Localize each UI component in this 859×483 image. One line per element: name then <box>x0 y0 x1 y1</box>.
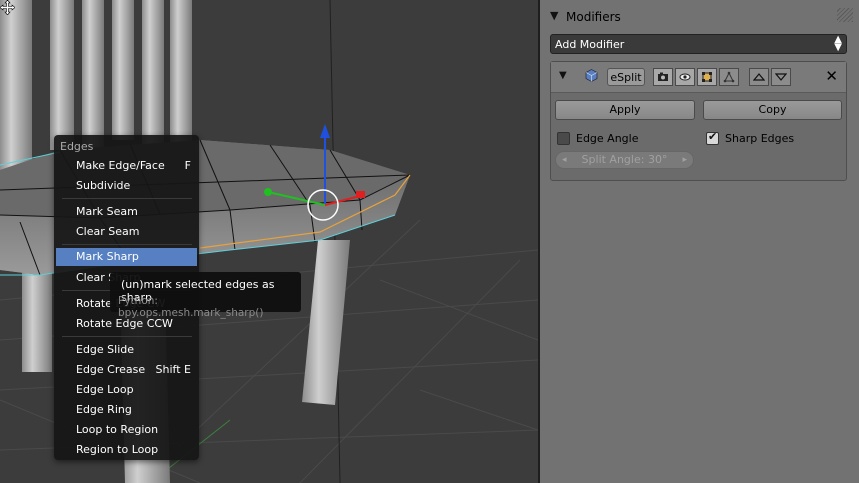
move-cursor-icon <box>0 0 15 15</box>
modifier-name-field[interactable]: eSplit <box>607 68 645 86</box>
menu-item-subdivide[interactable]: Subdivide <box>56 177 197 195</box>
realtime-toggle-button[interactable] <box>675 68 695 86</box>
add-modifier-dropdown[interactable]: Add Modifier ▲ ▼ <box>550 34 847 54</box>
menu-item-make-edge-face[interactable]: Make Edge/Face F <box>56 157 197 175</box>
sharp-edges-checkbox[interactable] <box>706 130 719 145</box>
menu-item-edge-slide[interactable]: Edge Slide <box>56 341 197 359</box>
menu-item-mark-seam[interactable]: Mark Seam <box>56 203 197 221</box>
move-up-button[interactable] <box>749 68 769 86</box>
split-angle-field[interactable]: ◂ Split Angle: 30° ▸ <box>555 151 694 169</box>
menu-item-loop-to-region[interactable]: Loop to Region <box>56 421 197 439</box>
expand-triangle-icon[interactable]: ▼ <box>559 70 567 81</box>
eye-icon <box>679 73 691 81</box>
cage-toggle-button[interactable] <box>719 68 739 86</box>
menu-separator <box>62 198 192 199</box>
tooltip-python: Python: bpy.ops.mesh.mark_sharp() <box>118 295 264 319</box>
remove-modifier-icon[interactable]: ✕ <box>825 67 838 85</box>
edit-mode-icon <box>702 72 712 82</box>
menu-item-edge-ring[interactable]: Edge Ring <box>56 401 197 419</box>
collapse-triangle-icon[interactable]: ▼ <box>550 9 558 22</box>
drag-grip-icon[interactable] <box>837 8 853 22</box>
up-down-arrows-icon: ▲ ▼ <box>834 34 842 53</box>
copy-button[interactable]: Copy <box>703 100 842 120</box>
camera-icon <box>658 72 668 81</box>
render-toggle-button[interactable] <box>653 68 673 86</box>
split-angle-value: Split Angle: 30° <box>581 153 668 166</box>
properties-panel: ▼ Modifiers Add Modifier ▲ ▼ ▼ eSplit ✕ … <box>538 0 859 483</box>
menu-item-mark-sharp[interactable]: Mark Sharp <box>56 248 197 266</box>
menu-item-edge-loop[interactable]: Edge Loop <box>56 381 197 399</box>
add-modifier-label: Add Modifier <box>555 38 625 51</box>
menu-title: Edges <box>60 140 94 153</box>
edge-split-modifier-icon <box>585 69 598 82</box>
edge-angle-label: Edge Angle <box>576 132 639 145</box>
3d-viewport[interactable]: Edges Make Edge/Face F Subdivide Mark Sea… <box>0 0 538 483</box>
edge-angle-checkbox[interactable] <box>557 132 570 145</box>
arrow-up-icon <box>753 73 765 81</box>
menu-separator <box>62 336 192 337</box>
menu-separator <box>62 244 192 245</box>
increment-arrow-icon: ▸ <box>682 155 687 165</box>
panel-title: Modifiers <box>566 10 621 24</box>
edge-split-modifier: ▼ eSplit ✕ Apply Copy Edge Angle ✔ Sharp… <box>550 61 847 181</box>
arrow-down-icon <box>775 73 787 81</box>
sharp-edges-label: Sharp Edges <box>725 132 795 145</box>
tooltip: (un)mark selected edges as sharp Python:… <box>110 272 301 319</box>
menu-item-edge-crease[interactable]: Edge Crease Shift E <box>56 361 197 379</box>
editmode-toggle-button[interactable] <box>697 68 717 86</box>
modifier-header: ▼ eSplit ✕ <box>551 62 846 93</box>
vertex-triangle-icon <box>723 71 735 83</box>
menu-item-clear-seam[interactable]: Clear Seam <box>56 223 197 241</box>
menu-item-region-to-loop[interactable]: Region to Loop <box>56 441 197 459</box>
modifiers-panel-header[interactable]: ▼ Modifiers <box>546 6 855 28</box>
apply-button[interactable]: Apply <box>555 100 695 120</box>
move-down-button[interactable] <box>771 68 791 86</box>
